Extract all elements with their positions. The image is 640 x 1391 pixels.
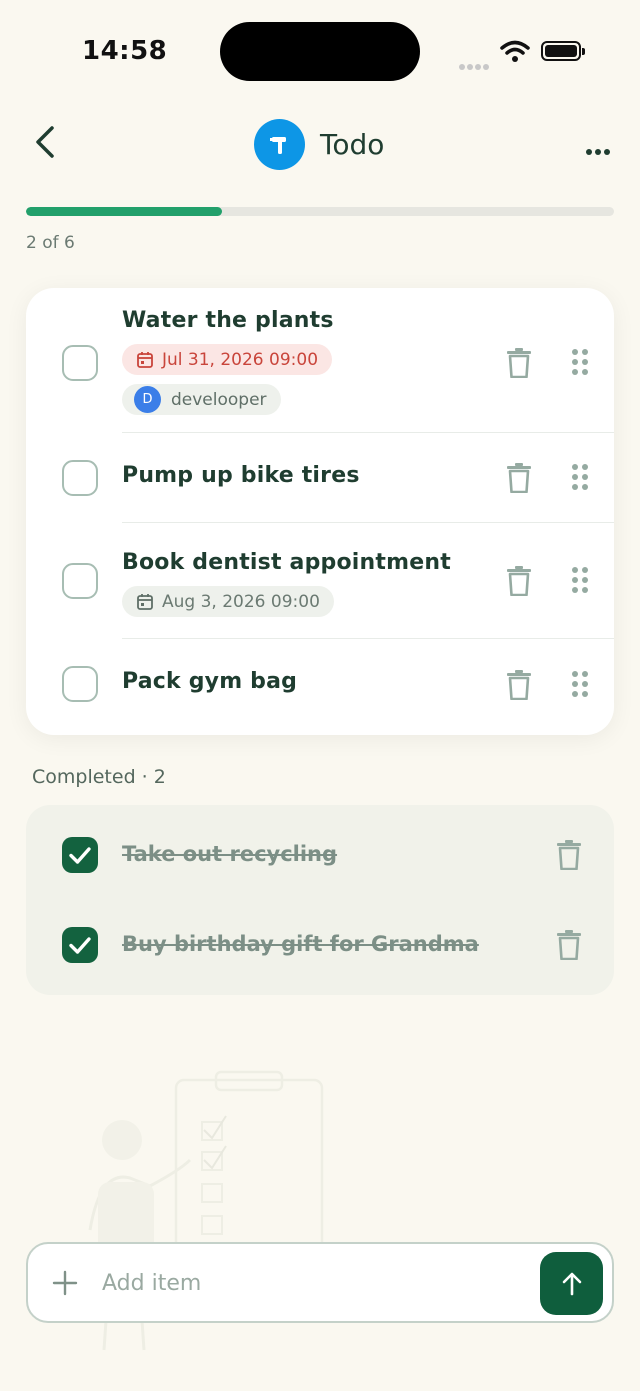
status-bar: 14:58 [0,0,640,100]
clipboard-illustration [88,1070,324,1351]
battery-icon [541,41,585,61]
todo-list: Water the plants Jul 31, 2026 09:00 D de… [26,288,614,735]
trash-icon[interactable] [506,463,532,493]
add-item-bar [26,1242,614,1323]
due-date-text: Jul 31, 2026 09:00 [162,349,319,370]
item-title[interactable]: Water the plants [122,308,334,333]
list-item[interactable]: Pump up bike tires [26,433,614,523]
list-item[interactable]: Pack gym bag [26,639,614,735]
assignee-name: develooper [171,389,267,410]
more-options-button[interactable] [586,140,613,159]
title-group: Todo [254,119,384,170]
drag-handle-icon[interactable] [572,567,590,595]
wifi-icon [500,40,530,62]
completed-item-title[interactable]: Take out recycling [122,842,337,866]
drag-handle-icon[interactable] [572,464,590,492]
item-title[interactable]: Pump up bike tires [122,463,360,488]
item-checkbox-checked[interactable] [62,927,98,963]
page-title: Todo [320,128,385,161]
trash-icon[interactable] [506,566,532,596]
completed-item[interactable]: Buy birthday gift for Grandma [26,900,614,995]
completed-item-title[interactable]: Buy birthday gift for Grandma [122,932,479,956]
assignee-chip[interactable]: D develooper [122,384,281,415]
checkmark-icon [69,937,91,954]
arrow-up-icon [562,1272,581,1295]
item-title[interactable]: Book dentist appointment [122,550,451,575]
calendar-icon [137,351,153,368]
add-item-input[interactable] [102,1264,522,1302]
status-time: 14:58 [82,36,168,66]
list-item[interactable]: Water the plants Jul 31, 2026 09:00 D de… [26,288,614,433]
item-checkbox[interactable] [62,345,98,381]
progress-text: 2 of 6 [26,233,75,253]
send-button[interactable] [540,1252,603,1315]
due-date-text: Aug 3, 2026 09:00 [162,591,320,612]
drag-handle-icon[interactable] [572,349,590,377]
completed-section-label[interactable]: Completed · 2 [32,766,166,788]
progress-bar [26,207,614,216]
trash-icon[interactable] [556,840,582,870]
due-date-chip[interactable]: Jul 31, 2026 09:00 [122,344,333,375]
item-checkbox-checked[interactable] [62,837,98,873]
completed-list: Take out recycling Buy birthday gift for… [26,805,614,995]
avatar: D [134,386,161,413]
plus-icon[interactable] [52,1270,78,1296]
header: Todo [0,110,640,180]
trash-icon[interactable] [506,348,532,378]
progress-fill [26,207,222,216]
item-title[interactable]: Pack gym bag [122,669,297,694]
signal-icon [459,55,491,74]
list-item[interactable]: Book dentist appointment Aug 3, 2026 09:… [26,523,614,639]
calendar-icon [137,593,153,610]
back-button[interactable] [30,124,62,160]
checkmark-icon [69,847,91,864]
item-checkbox[interactable] [62,563,98,599]
hammer-icon [254,119,305,170]
trash-icon[interactable] [506,670,532,700]
trash-icon[interactable] [556,930,582,960]
dynamic-island [220,22,420,81]
drag-handle-icon[interactable] [572,671,590,699]
item-checkbox[interactable] [62,666,98,702]
completed-item[interactable]: Take out recycling [26,805,614,900]
due-date-chip[interactable]: Aug 3, 2026 09:00 [122,586,334,617]
item-checkbox[interactable] [62,460,98,496]
